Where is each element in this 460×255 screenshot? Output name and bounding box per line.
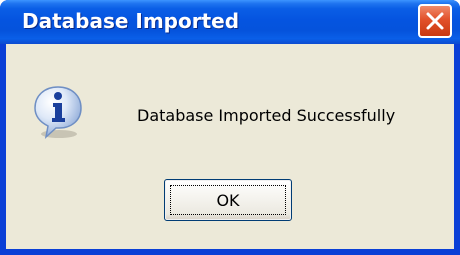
close-button[interactable]	[418, 4, 452, 38]
info-icon	[34, 86, 82, 140]
dialog-body: Database Imported Successfully OK	[6, 44, 454, 249]
window-title: Database Imported	[22, 9, 240, 33]
dialog-window: Database Imported Database Imported Succ…	[0, 0, 460, 255]
ok-button-label: OK	[170, 185, 286, 215]
dialog-message: Database Imported Successfully	[137, 106, 396, 125]
title-bar[interactable]: Database Imported	[0, 0, 460, 44]
ok-button[interactable]: OK	[164, 179, 292, 221]
close-icon	[426, 12, 444, 30]
